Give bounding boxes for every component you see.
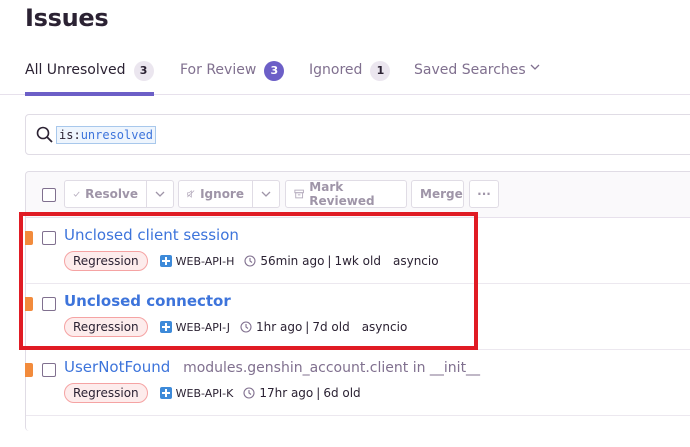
mark-reviewed-button[interactable]: Mark Reviewed: [285, 180, 407, 208]
more-label: ···: [477, 187, 491, 201]
issue-checkbox[interactable]: [42, 363, 56, 377]
first-seen-age: 6d old: [323, 386, 361, 400]
tab-count-badge: 1: [370, 61, 391, 81]
issue-title: UserNotFound: [64, 358, 171, 376]
project-link[interactable]: WEB-API-K: [159, 386, 234, 400]
ignore-dropdown-button[interactable]: [252, 180, 280, 208]
issue-tabs: All Unresolved 3 For Review 3 Ignored 1 …: [0, 56, 690, 96]
tab-label: For Review: [180, 62, 257, 78]
clock-icon: [243, 387, 255, 399]
token-key: is:: [59, 128, 81, 142]
chevron-down-icon: [530, 62, 540, 75]
tab-ignored[interactable]: Ignored 1: [309, 56, 391, 95]
merge-button[interactable]: Merge: [411, 180, 464, 208]
tab-count-badge: 3: [264, 61, 285, 81]
tab-for-review[interactable]: For Review 3: [180, 56, 285, 95]
page-title: Issues: [25, 4, 109, 32]
mute-icon: [187, 190, 195, 198]
mark-reviewed-label: Mark Reviewed: [309, 180, 375, 208]
search-icon: [35, 125, 55, 145]
level-indicator: [25, 363, 33, 377]
tab-saved-searches[interactable]: Saved Searches: [414, 56, 540, 95]
tab-label: Ignored: [309, 62, 363, 78]
issue-culprit: modules.genshin_account.client in __init…: [183, 360, 481, 376]
ignore-button[interactable]: Ignore: [178, 180, 253, 208]
last-seen: 17hr ago: [259, 386, 314, 400]
project-icon: [159, 387, 172, 399]
tab-label: All Unresolved: [25, 62, 126, 78]
issue-title-link[interactable]: UserNotFound modules.genshin_account.cli…: [64, 358, 480, 376]
resolve-button[interactable]: Resolve: [64, 180, 147, 208]
archive-icon: [294, 189, 304, 199]
search-token[interactable]: is:unresolved: [56, 126, 156, 144]
resolve-label: Resolve: [85, 187, 138, 201]
issue-row[interactable]: UserNotFound modules.genshin_account.cli…: [25, 350, 690, 416]
tab-all-unresolved[interactable]: All Unresolved 3: [25, 56, 154, 96]
merge-label: Merge: [420, 187, 463, 201]
issue-meta: Regression WEB-API-K 17hr ago | 6d old: [64, 383, 361, 403]
chevron-down-icon: [261, 191, 271, 197]
resolve-dropdown-button[interactable]: [146, 180, 174, 208]
ignore-label: Ignore: [200, 187, 244, 201]
token-value: unresolved: [80, 128, 153, 142]
check-icon: [73, 191, 80, 197]
chevron-down-icon: [155, 191, 165, 197]
regression-tag[interactable]: Regression: [64, 383, 148, 403]
search-bar[interactable]: is:unresolved: [25, 114, 690, 155]
tab-count-badge: 3: [133, 61, 154, 81]
tab-label: Saved Searches: [414, 62, 526, 78]
select-all-checkbox[interactable]: [42, 188, 56, 202]
more-actions-button[interactable]: ···: [469, 180, 499, 208]
highlight-box: [19, 212, 478, 350]
short-id: WEB-API-K: [175, 386, 234, 400]
